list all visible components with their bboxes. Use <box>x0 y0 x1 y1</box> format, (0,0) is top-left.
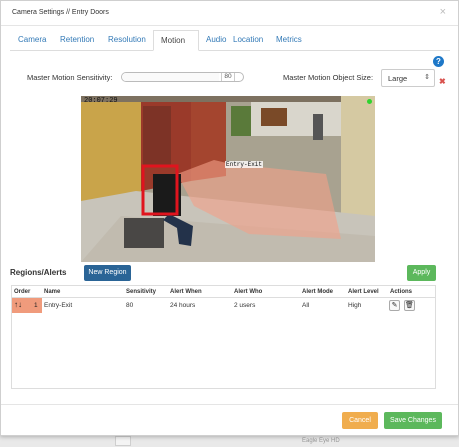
settings-tabs: Camera Retention Resolution Motion Audio… <box>10 30 450 51</box>
sensitivity-label: Master Motion Sensitivity: <box>27 73 113 82</box>
camera-settings-modal: Camera Settings // Entry Doors × Camera … <box>0 0 459 436</box>
apply-button[interactable]: Apply <box>407 265 436 281</box>
close-icon[interactable]: × <box>440 6 446 18</box>
camera-preview[interactable]: 20:07:29 Entry-Exit <box>81 96 375 262</box>
tab-retention[interactable]: Retention <box>55 30 103 51</box>
regions-table: Order Name Sensitivity Alert When Alert … <box>11 285 436 389</box>
object-size-value: Large <box>388 74 408 83</box>
reorder-arrows-icon[interactable]: ↑↓ <box>14 300 22 309</box>
tab-label: Metrics <box>276 35 302 44</box>
status-indicator <box>367 99 372 104</box>
save-changes-button[interactable]: Save Changes <box>384 412 442 429</box>
tab-audio[interactable]: Audio <box>201 30 231 51</box>
region-label: Entry-Exit <box>225 161 264 168</box>
column-header-actions: Actions <box>390 289 413 295</box>
column-header-alert-mode: Alert Mode <box>302 289 334 295</box>
region-sensitivity: 80 <box>126 302 134 309</box>
region-alert-when: 24 hours <box>170 302 196 309</box>
slider-fill <box>122 73 219 81</box>
region-alert-level: High <box>348 302 362 309</box>
sensitivity-slider[interactable]: 80 <box>121 72 244 82</box>
object-size-select[interactable]: Large ⇕ <box>381 69 435 87</box>
column-header-alert-when: Alert When <box>170 289 202 295</box>
tab-metrics[interactable]: Metrics <box>272 30 310 51</box>
tab-label: Audio <box>206 35 227 44</box>
column-header-alert-who: Alert Who <box>234 289 263 295</box>
tab-label: Motion <box>161 36 186 45</box>
tab-label: Resolution <box>108 35 146 44</box>
footer-divider <box>1 404 458 405</box>
regions-title: Regions/Alerts <box>10 268 67 277</box>
tab-resolution[interactable]: Resolution <box>106 30 156 51</box>
camera-scene <box>81 96 375 262</box>
tab-label: Camera <box>18 35 47 44</box>
region-alert-mode: All <box>302 302 310 309</box>
tab-motion[interactable]: Motion <box>153 30 199 51</box>
background-text: Eagle Eye HD <box>302 438 340 444</box>
region-alert-who: 2 users <box>234 302 256 309</box>
tab-camera[interactable]: Camera <box>10 30 53 51</box>
help-icon[interactable]: ? <box>433 56 444 67</box>
sensitivity-value[interactable]: 80 <box>221 73 235 81</box>
column-header-order: Order <box>14 289 31 295</box>
tab-label: Location <box>233 35 264 44</box>
column-header-alert-level: Alert Level <box>348 289 379 295</box>
edit-icon[interactable]: ✎ <box>389 300 400 311</box>
new-region-button[interactable]: New Region <box>84 265 131 281</box>
camera-timestamp: 20:07:29 <box>84 97 118 105</box>
clear-icon[interactable]: ✖ <box>439 77 446 86</box>
cancel-button[interactable]: Cancel <box>342 412 378 429</box>
column-header-sensitivity: Sensitivity <box>126 289 157 295</box>
object-size-label: Master Motion Object Size: <box>283 73 374 82</box>
order-number: 1 <box>34 302 38 309</box>
region-name: Entry-Exit <box>44 302 73 309</box>
trash-icon[interactable]: 🗑 <box>404 300 415 311</box>
column-header-name: Name <box>44 289 61 295</box>
tab-location[interactable]: Location <box>231 30 271 51</box>
order-cell: ↑↓ 1 <box>12 298 42 313</box>
modal-title: Camera Settings // Entry Doors <box>12 9 109 16</box>
table-row[interactable]: ↑↓ 1 Entry-Exit 80 24 hours 2 users All … <box>12 298 435 313</box>
modal-header: Camera Settings // Entry Doors × <box>1 1 458 26</box>
background-widget <box>115 436 131 446</box>
tab-label: Retention <box>60 35 95 44</box>
select-arrows-icon: ⇕ <box>424 74 430 81</box>
